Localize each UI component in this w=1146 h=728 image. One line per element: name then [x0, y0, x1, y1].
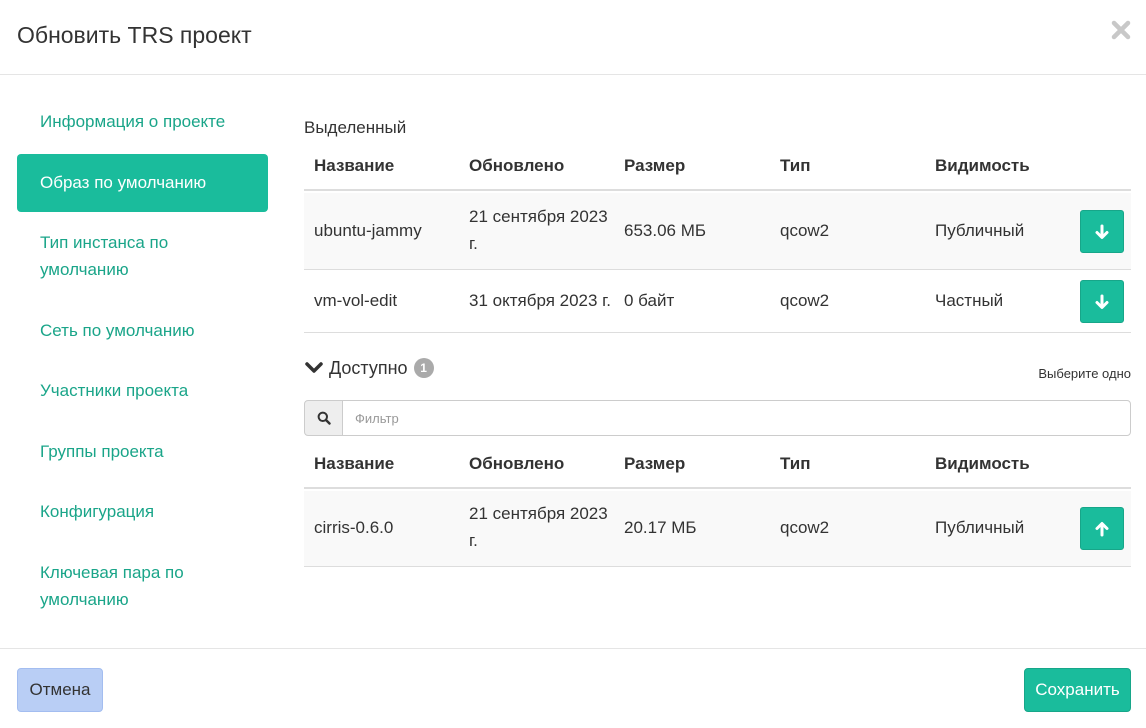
table-header: Название Обновлено Размер Тип Видимость — [304, 143, 1131, 191]
sidebar-item-label: Группы проекта — [40, 442, 164, 461]
cell-updated: 21 сентября 2023 г. — [469, 504, 608, 550]
table-header: Название Обновлено Размер Тип Видимость — [304, 441, 1131, 489]
filter-addon — [304, 400, 343, 436]
column-header-updated[interactable]: Обновлено — [469, 156, 609, 176]
table-row: vm-vol-edit 31 октября 2023 г. 0 байт qc… — [304, 270, 1131, 333]
arrow-down-icon — [1095, 294, 1109, 309]
table-row: ubuntu-jammy 21 сентября 2023 г. 653.06 … — [304, 193, 1131, 270]
close-button[interactable] — [1110, 14, 1136, 44]
sidebar-item-label: Конфигурация — [40, 502, 155, 521]
cell-updated: 31 октября 2023 г. — [469, 291, 612, 310]
search-icon — [317, 411, 331, 425]
cell-size: 0 байт — [624, 291, 675, 310]
allocated-table: Название Обновлено Размер Тип Видимость … — [304, 143, 1131, 333]
select-one-hint: Выберите одно — [1038, 366, 1131, 381]
cell-visibility: Публичный — [935, 221, 1025, 240]
cell-name: ubuntu-jammy — [314, 221, 422, 240]
cell-type: qcow2 — [780, 221, 830, 240]
sidebar-item-default-flavor[interactable]: Тип инстанса по умолчанию — [17, 229, 268, 283]
available-heading: Доступно — [329, 357, 408, 378]
filter-input[interactable] — [342, 400, 1131, 436]
save-button[interactable]: Сохранить — [1024, 668, 1131, 712]
sidebar-item-label: Информация о проекте — [40, 112, 226, 131]
column-header-name[interactable]: Название — [314, 454, 394, 474]
available-toggle[interactable]: Доступно 1 — [304, 355, 434, 381]
cell-updated: 21 сентября 2023 г. — [469, 207, 608, 253]
modal-header: Обновить TRS проект — [0, 0, 1146, 75]
available-table: Название Обновлено Размер Тип Видимость … — [304, 441, 1131, 567]
cell-name: cirris-0.6.0 — [314, 518, 394, 537]
table-row: cirris-0.6.0 21 сентября 2023 г. 20.17 М… — [304, 491, 1131, 567]
cell-size: 20.17 МБ — [624, 518, 697, 537]
close-icon — [1111, 20, 1131, 40]
cell-name: vm-vol-edit — [314, 291, 398, 310]
column-header-name[interactable]: Название — [314, 156, 394, 176]
column-header-type[interactable]: Тип — [780, 454, 810, 474]
available-count-badge: 1 — [413, 358, 434, 378]
column-header-updated[interactable]: Обновлено — [469, 454, 609, 474]
filter-group — [304, 400, 1131, 436]
column-header-visibility[interactable]: Видимость — [935, 454, 1030, 474]
sidebar-item-configuration[interactable]: Конфигурация — [17, 498, 268, 525]
sidebar-item-label: Образ по умолчанию — [40, 173, 207, 192]
sidebar-item-project-info[interactable]: Информация о проекте — [17, 108, 268, 135]
column-header-size[interactable]: Размер — [624, 156, 685, 176]
cell-size: 653.06 МБ — [624, 221, 707, 240]
cell-type: qcow2 — [780, 518, 830, 537]
cell-visibility: Публичный — [935, 518, 1025, 537]
sidebar-item-default-keypair[interactable]: Ключевая пара по умолчанию — [17, 559, 268, 613]
deallocate-button[interactable] — [1080, 210, 1124, 253]
column-header-visibility[interactable]: Видимость — [935, 156, 1030, 176]
allocate-button[interactable] — [1080, 507, 1124, 550]
arrow-up-icon — [1095, 521, 1109, 536]
cell-visibility: Частный — [935, 291, 1004, 310]
sidebar-item-default-network[interactable]: Сеть по умолчанию — [17, 317, 268, 344]
modal-footer: Отмена Сохранить — [0, 648, 1146, 728]
sidebar-item-label: Участники проекта — [40, 381, 189, 400]
sidebar-item-project-members[interactable]: Участники проекта — [17, 377, 268, 404]
arrow-down-icon — [1095, 224, 1109, 239]
cancel-button[interactable]: Отмена — [17, 668, 103, 712]
column-header-size[interactable]: Размер — [624, 454, 685, 474]
deallocate-button[interactable] — [1080, 280, 1124, 323]
sidebar-item-label: Сеть по умолчанию — [40, 321, 195, 340]
sidebar-item-project-groups[interactable]: Группы проекта — [17, 438, 268, 465]
allocated-heading: Выделенный — [304, 118, 407, 137]
sidebar-item-label: Тип инстанса по умолчанию — [40, 233, 169, 279]
sidebar-item-label: Ключевая пара по умолчанию — [40, 563, 184, 609]
sidebar-item-default-image[interactable]: Образ по умолчанию — [17, 154, 268, 212]
cell-type: qcow2 — [780, 291, 830, 310]
column-header-type[interactable]: Тип — [780, 156, 810, 176]
chevron-down-icon — [305, 362, 323, 373]
modal-title: Обновить TRS проект — [17, 22, 252, 48]
